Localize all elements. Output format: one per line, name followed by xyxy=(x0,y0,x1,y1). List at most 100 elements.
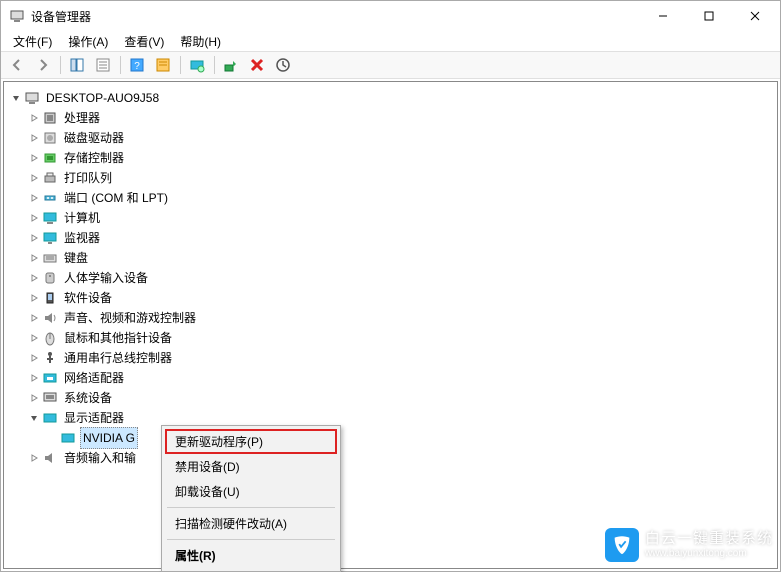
display-adapter-icon xyxy=(42,410,58,426)
device-tree: DESKTOP-AUO9J58 处理器磁盘驱动器存储控制器打印队列端口 (COM… xyxy=(4,82,777,474)
tree-category[interactable]: 处理器 xyxy=(8,108,773,128)
update-driver-button[interactable] xyxy=(219,53,243,77)
tree-device-nvidia[interactable]: NVIDIA G xyxy=(8,428,773,448)
help-button[interactable]: ? xyxy=(125,53,149,77)
keyboard-icon xyxy=(42,250,58,266)
tree-category-display-adapters[interactable]: 显示适配器 xyxy=(8,408,773,428)
mouse-icon xyxy=(42,330,58,346)
chevron-right-icon[interactable] xyxy=(26,250,42,266)
tree-category[interactable]: 声音、视频和游戏控制器 xyxy=(8,308,773,328)
tree-category[interactable]: 计算机 xyxy=(8,208,773,228)
chevron-down-icon[interactable] xyxy=(8,90,24,106)
category-label: 处理器 xyxy=(62,108,102,128)
category-label: 计算机 xyxy=(62,208,102,228)
chevron-right-icon[interactable] xyxy=(26,230,42,246)
tree-category[interactable]: 磁盘驱动器 xyxy=(8,128,773,148)
hid-icon xyxy=(42,270,58,286)
audio-icon xyxy=(42,450,58,466)
window-controls xyxy=(640,1,778,31)
chevron-down-icon[interactable] xyxy=(26,410,42,426)
ctx-disable-device[interactable]: 禁用设备(D) xyxy=(165,454,337,479)
chevron-right-icon[interactable] xyxy=(26,310,42,326)
watermark-brand: 白云一键重装系统 xyxy=(645,531,773,548)
tree-category[interactable]: 监视器 xyxy=(8,228,773,248)
cpu-icon xyxy=(42,110,58,126)
tree-category[interactable]: 通用串行总线控制器 xyxy=(8,348,773,368)
menu-file[interactable]: 文件(F) xyxy=(5,31,60,52)
view-mode-button[interactable] xyxy=(65,53,89,77)
chevron-right-icon[interactable] xyxy=(26,330,42,346)
disk-icon xyxy=(42,130,58,146)
ctx-scan-hardware[interactable]: 扫描检测硬件改动(A) xyxy=(165,511,337,536)
forward-button[interactable] xyxy=(31,53,55,77)
menu-view[interactable]: 查看(V) xyxy=(116,31,172,52)
category-label: 端口 (COM 和 LPT) xyxy=(62,188,170,208)
toolbar-separator xyxy=(177,53,183,77)
tree-root[interactable]: DESKTOP-AUO9J58 xyxy=(8,88,773,108)
back-button[interactable] xyxy=(5,53,29,77)
network-icon xyxy=(42,370,58,386)
toolbar: ? xyxy=(1,51,780,79)
category-label: 显示适配器 xyxy=(62,408,126,428)
computer-icon xyxy=(24,90,40,106)
category-label: 音频输入和输 xyxy=(62,448,138,468)
chevron-right-icon[interactable] xyxy=(26,450,42,466)
menu-help[interactable]: 帮助(H) xyxy=(172,31,229,52)
category-label: 键盘 xyxy=(62,248,90,268)
maximize-button[interactable] xyxy=(686,1,732,31)
watermark-logo-icon xyxy=(605,528,639,562)
chevron-right-icon[interactable] xyxy=(26,270,42,286)
property-button[interactable] xyxy=(91,53,115,77)
tree-root-label: DESKTOP-AUO9J58 xyxy=(44,88,161,108)
category-label: 鼠标和其他指针设备 xyxy=(62,328,174,348)
tree-category[interactable]: 打印队列 xyxy=(8,168,773,188)
disable-button[interactable] xyxy=(271,53,295,77)
sound-icon xyxy=(42,310,58,326)
category-label: 网络适配器 xyxy=(62,368,126,388)
device-manager-window: 设备管理器 文件(F) 操作(A) 查看(V) 帮助(H) ? xyxy=(0,0,781,572)
ctx-update-driver[interactable]: 更新驱动程序(P) xyxy=(165,429,337,454)
chevron-right-icon[interactable] xyxy=(26,290,42,306)
tree-category[interactable]: 人体学输入设备 xyxy=(8,268,773,288)
uninstall-button[interactable] xyxy=(245,53,269,77)
ctx-uninstall-device[interactable]: 卸载设备(U) xyxy=(165,479,337,504)
printer-icon xyxy=(42,170,58,186)
chevron-right-icon[interactable] xyxy=(26,350,42,366)
tree-category[interactable]: 软件设备 xyxy=(8,288,773,308)
chevron-right-icon[interactable] xyxy=(26,390,42,406)
ctx-separator xyxy=(167,539,335,540)
category-label: 存储控制器 xyxy=(62,148,126,168)
system-icon xyxy=(42,390,58,406)
category-label: 监视器 xyxy=(62,228,102,248)
properties-button[interactable] xyxy=(151,53,175,77)
tree-category[interactable]: 端口 (COM 和 LPT) xyxy=(8,188,773,208)
computer-icon xyxy=(42,210,58,226)
tree-category[interactable]: 鼠标和其他指针设备 xyxy=(8,328,773,348)
chevron-right-icon[interactable] xyxy=(26,210,42,226)
svg-text:?: ? xyxy=(134,61,140,72)
minimize-button[interactable] xyxy=(640,1,686,31)
chevron-right-icon[interactable] xyxy=(26,370,42,386)
device-tree-panel: DESKTOP-AUO9J58 处理器磁盘驱动器存储控制器打印队列端口 (COM… xyxy=(3,81,778,569)
menu-action[interactable]: 操作(A) xyxy=(60,31,116,52)
chevron-right-icon[interactable] xyxy=(26,190,42,206)
toolbar-separator xyxy=(57,53,63,77)
category-label: 系统设备 xyxy=(62,388,114,408)
chevron-right-icon[interactable] xyxy=(26,150,42,166)
chevron-right-icon[interactable] xyxy=(26,130,42,146)
tree-category[interactable]: 键盘 xyxy=(8,248,773,268)
software-icon xyxy=(42,290,58,306)
tree-category[interactable]: 存储控制器 xyxy=(8,148,773,168)
chevron-right-icon[interactable] xyxy=(26,110,42,126)
ctx-properties[interactable]: 属性(R) xyxy=(165,543,337,568)
scan-hardware-button[interactable] xyxy=(185,53,209,77)
tree-category[interactable]: 系统设备 xyxy=(8,388,773,408)
tree-category[interactable]: 网络适配器 xyxy=(8,368,773,388)
category-label: 打印队列 xyxy=(62,168,114,188)
chevron-right-icon[interactable] xyxy=(26,170,42,186)
monitor-icon xyxy=(42,230,58,246)
toolbar-separator xyxy=(117,53,123,77)
close-button[interactable] xyxy=(732,1,778,31)
tree-category-audio-io[interactable]: 音频输入和输 xyxy=(8,448,773,468)
storage-icon xyxy=(42,150,58,166)
